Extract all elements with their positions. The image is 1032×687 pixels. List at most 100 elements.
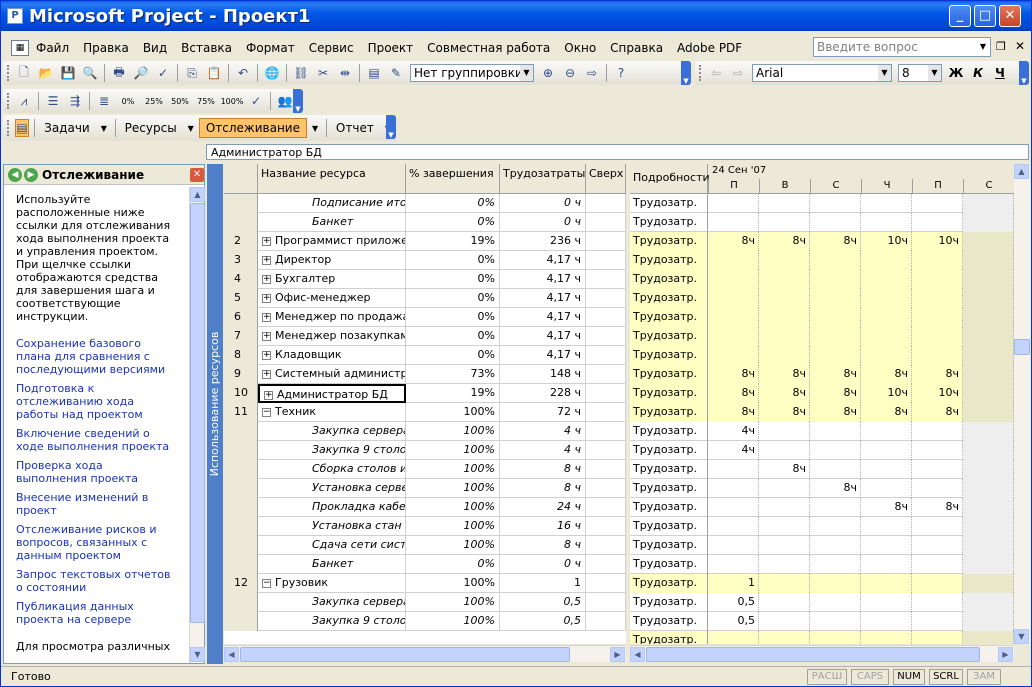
overtime-cell[interactable] <box>586 555 626 574</box>
timephased-row[interactable]: Трудозатр. <box>630 536 1014 555</box>
guide-resources-button[interactable]: Ресурсы <box>119 118 183 138</box>
work-value-cell[interactable] <box>759 194 810 213</box>
hyperlink-icon[interactable]: 🌐 <box>263 64 281 82</box>
row-id[interactable] <box>224 517 258 536</box>
menu-item-9[interactable]: Справка <box>603 41 670 55</box>
row-id[interactable] <box>224 213 258 232</box>
row-id[interactable]: 5 <box>224 289 258 308</box>
work-value-cell[interactable] <box>963 232 1014 251</box>
work-value-cell[interactable] <box>708 194 759 213</box>
scroll-thumb[interactable] <box>240 647 570 662</box>
expand-icon[interactable]: + <box>262 255 271 265</box>
work-cell[interactable]: 236 ч <box>500 232 586 251</box>
row-id[interactable]: 3 <box>224 251 258 270</box>
work-value-cell[interactable] <box>912 194 963 213</box>
work-value-cell[interactable] <box>708 213 759 232</box>
work-value-cell[interactable]: 8ч <box>810 403 861 422</box>
row-id[interactable]: 11 <box>224 403 258 422</box>
expand-icon[interactable]: + <box>262 331 271 341</box>
resource-name-cell[interactable]: Подписание итоговых <box>258 194 406 213</box>
row-id[interactable]: 7 <box>224 327 258 346</box>
close-button[interactable]: ✕ <box>999 5 1021 27</box>
work-value-cell[interactable] <box>861 517 912 536</box>
toolbar-grip[interactable] <box>7 65 10 81</box>
work-cell[interactable]: 0,5 <box>500 612 586 631</box>
work-value-cell[interactable]: 8ч <box>759 365 810 384</box>
table-row[interactable]: Закупка 9 столов 100% 0,5 <box>224 612 626 631</box>
table-row[interactable]: 6 + Менеджер по продажам 0% 4,17 ч <box>224 308 626 327</box>
work-value-cell[interactable] <box>912 536 963 555</box>
work-value-cell[interactable] <box>963 365 1014 384</box>
work-value-cell[interactable] <box>861 194 912 213</box>
work-cell[interactable]: 0 ч <box>500 555 586 574</box>
column-header-name[interactable]: Название ресурса <box>258 164 406 194</box>
timephased-row[interactable]: Трудозатр. <box>630 517 1014 536</box>
menu-item-5[interactable]: Сервис <box>302 41 361 55</box>
work-value-cell[interactable] <box>708 346 759 365</box>
document-icon[interactable]: ▦ <box>11 40 29 56</box>
resource-name-cell[interactable]: Закупка 9 столов <box>258 612 406 631</box>
resource-name-cell[interactable]: Прокладка кабеле <box>258 498 406 517</box>
percent-complete-cell[interactable]: 100% <box>406 403 500 422</box>
timephased-row[interactable]: Трудозатр. 0,5 <box>630 593 1014 612</box>
row-id[interactable] <box>224 194 258 213</box>
work-value-cell[interactable] <box>810 612 861 631</box>
work-value-cell[interactable] <box>861 593 912 612</box>
underline-button[interactable]: Ч <box>991 64 1009 82</box>
details-header[interactable]: Подробности <box>630 164 710 194</box>
chevron-down-icon[interactable]: ▼ <box>101 124 107 133</box>
resource-name-cell[interactable]: Установка стан <box>258 517 406 536</box>
work-value-cell[interactable] <box>861 346 912 365</box>
work-value-cell[interactable]: 0,5 <box>708 593 759 612</box>
work-value-cell[interactable] <box>963 498 1014 517</box>
reschedule-work-icon[interactable]: ⇶ <box>66 92 84 110</box>
work-value-cell[interactable] <box>759 498 810 517</box>
open-folder-icon[interactable]: 📂 <box>37 64 55 82</box>
work-value-cell[interactable] <box>759 251 810 270</box>
link-tasks-icon[interactable]: ⛓ <box>292 64 310 82</box>
work-cell[interactable]: 24 ч <box>500 498 586 517</box>
row-id[interactable] <box>224 612 258 631</box>
work-value-cell[interactable] <box>810 327 861 346</box>
work-value-cell[interactable] <box>759 517 810 536</box>
work-value-cell[interactable] <box>912 574 963 593</box>
work-value-cell[interactable] <box>912 479 963 498</box>
side-pane-link[interactable]: Проверка хода выполнения проекта <box>16 459 177 485</box>
menu-item-8[interactable]: Окно <box>557 41 603 55</box>
work-value-cell[interactable] <box>810 213 861 232</box>
table-row[interactable]: 10 + Администратор БД 19% 228 ч <box>224 384 626 403</box>
percent-complete-cell[interactable]: 100% <box>406 422 500 441</box>
resource-name-cell[interactable]: Сборка столов и <box>258 460 406 479</box>
side-pane-link[interactable]: Сохранение базового плана для сравнения … <box>16 337 177 376</box>
column-header-pct[interactable]: % завершения <box>406 164 500 194</box>
overtime-cell[interactable] <box>586 327 626 346</box>
overtime-cell[interactable] <box>586 232 626 251</box>
new-file-icon[interactable]: 🗋 <box>15 64 33 82</box>
work-cell[interactable]: 4 ч <box>500 441 586 460</box>
timephased-row[interactable]: Трудозатр. <box>630 270 1014 289</box>
work-cell[interactable]: 0,5 <box>500 593 586 612</box>
percent-complete-button[interactable]: 0% <box>117 92 139 110</box>
restore-doc-icon[interactable]: ❐ <box>996 40 1006 53</box>
work-value-cell[interactable] <box>759 270 810 289</box>
side-pane-link[interactable]: Отслеживание рисков и вопросов, связанны… <box>16 523 177 562</box>
forward-arrow-icon[interactable]: ▶ <box>24 167 38 182</box>
percent-complete-cell[interactable]: 100% <box>406 593 500 612</box>
timephased-row[interactable]: Трудозатр. 8ч 8ч 8ч 10ч 10ч <box>630 384 1014 403</box>
expand-icon[interactable]: + <box>262 293 271 303</box>
table-row[interactable]: 5 + Офис-менеджер 0% 4,17 ч <box>224 289 626 308</box>
timephased-row[interactable]: Трудозатр. 8ч 8ч 8ч 8ч 8ч <box>630 365 1014 384</box>
overtime-cell[interactable] <box>586 213 626 232</box>
work-value-cell[interactable] <box>810 536 861 555</box>
percent-complete-button[interactable]: 100% <box>221 92 244 110</box>
resource-name-cell[interactable]: Закупка сервера, <box>258 422 406 441</box>
work-value-cell[interactable]: 10ч <box>861 384 912 403</box>
overtime-cell[interactable] <box>586 365 626 384</box>
timephased-row[interactable]: Трудозатр. <box>630 213 1014 232</box>
table-row[interactable]: 8 + Кладовщик 0% 4,17 ч <box>224 346 626 365</box>
work-value-cell[interactable] <box>963 327 1014 346</box>
percent-complete-cell[interactable]: 100% <box>406 574 500 593</box>
work-value-cell[interactable] <box>963 631 1014 644</box>
row-id[interactable]: 2 <box>224 232 258 251</box>
work-value-cell[interactable] <box>810 251 861 270</box>
